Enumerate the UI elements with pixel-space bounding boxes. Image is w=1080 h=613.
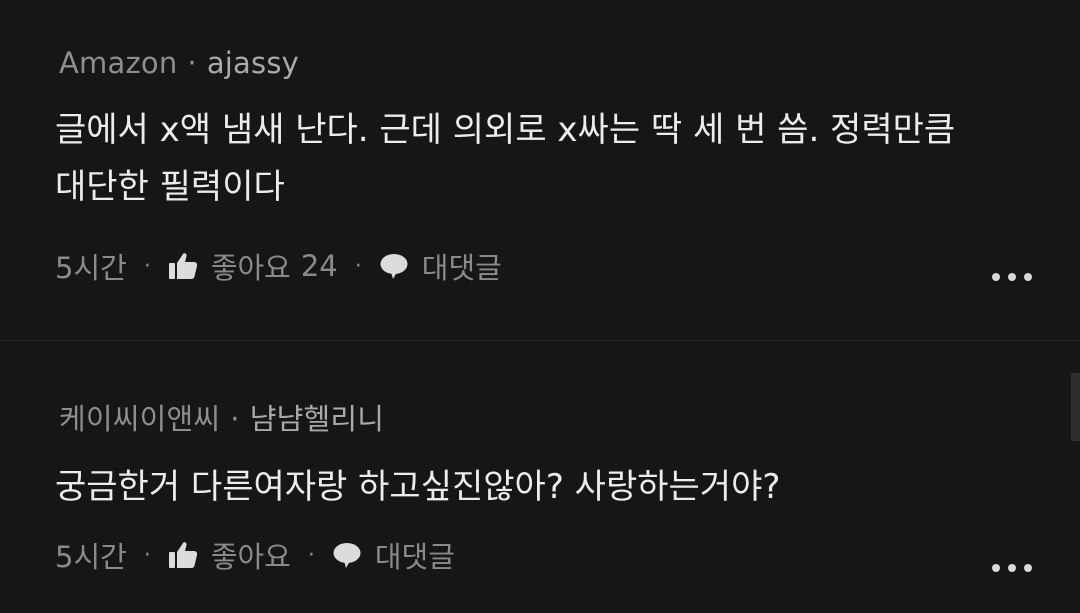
action-separator: · [307,542,315,568]
action-separator: · [143,253,151,279]
meta-separator: · [187,46,197,80]
comment-item: 케이씨이앤씨 · 냠냠헬리니 궁금한거 다른여자랑 하고싶진않아? 사랑하는거야? … [0,341,1080,613]
comment-meta: Amazon · ajassy [59,46,299,80]
comment-text-line: 궁금한거 다른여자랑 하고싶진않아? 사랑하는거야? [55,467,781,507]
speech-bubble-icon [333,543,361,568]
like-label: 좋아요 [210,540,291,574]
comment-text: 글에서 x액 냄새 난다. 근데 의외로 x싸는 딱 세 번 씀. 정력만큼 대… [55,102,1035,216]
comment-text-line: 대단한 필력이다 [55,167,285,207]
more-horizontal-icon [1008,564,1016,572]
thumbs-up-icon [168,253,197,279]
speech-bubble-icon [380,254,408,279]
more-options-button[interactable] [992,272,1032,282]
like-count: 24 [300,249,338,283]
like-label: 좋아요 [210,251,291,285]
comment-item: Amazon · ajassy 글에서 x액 냄새 난다. 근데 의외로 x싸는 딱… [0,0,1080,340]
timestamp: 5시간 [55,251,127,285]
scrollbar[interactable] [1071,373,1080,441]
more-horizontal-icon [1008,273,1016,281]
reply-label: 대댓글 [421,251,502,285]
company-name: 케이씨이앤씨 [59,402,221,436]
author-name[interactable]: 냠냠헬리니 [250,402,384,436]
more-horizontal-icon [1024,564,1032,572]
like-button[interactable]: 좋아요 24 [168,245,338,287]
more-horizontal-icon [992,273,1000,281]
timestamp: 5시간 [55,540,127,574]
action-separator: · [143,542,151,568]
reply-label: 대댓글 [374,540,455,574]
comment-meta: 케이씨이앤씨 · 냠냠헬리니 [59,396,384,438]
more-horizontal-icon [1024,273,1032,281]
company-name: Amazon [59,46,178,80]
like-button[interactable]: 좋아요 [168,534,291,576]
comment-actions: 5시간 · 좋아요 · 대댓글 [55,534,455,576]
reply-button[interactable]: 대댓글 [379,245,502,287]
author-name[interactable]: ajassy [207,46,299,80]
reply-button[interactable]: 대댓글 [332,534,455,576]
more-horizontal-icon [992,564,1000,572]
comment-actions: 5시간 · 좋아요 24 · 대댓글 [55,245,502,287]
meta-separator: · [230,402,240,436]
thumbs-up-icon [168,542,197,568]
comment-text-line: 글에서 x액 냄새 난다. 근데 의외로 x싸는 딱 세 번 씀. 정력만큼 [55,110,956,150]
comment-text: 궁금한거 다른여자랑 하고싶진않아? 사랑하는거야? [55,459,1035,516]
more-options-button[interactable] [992,563,1032,573]
action-separator: · [354,253,362,279]
